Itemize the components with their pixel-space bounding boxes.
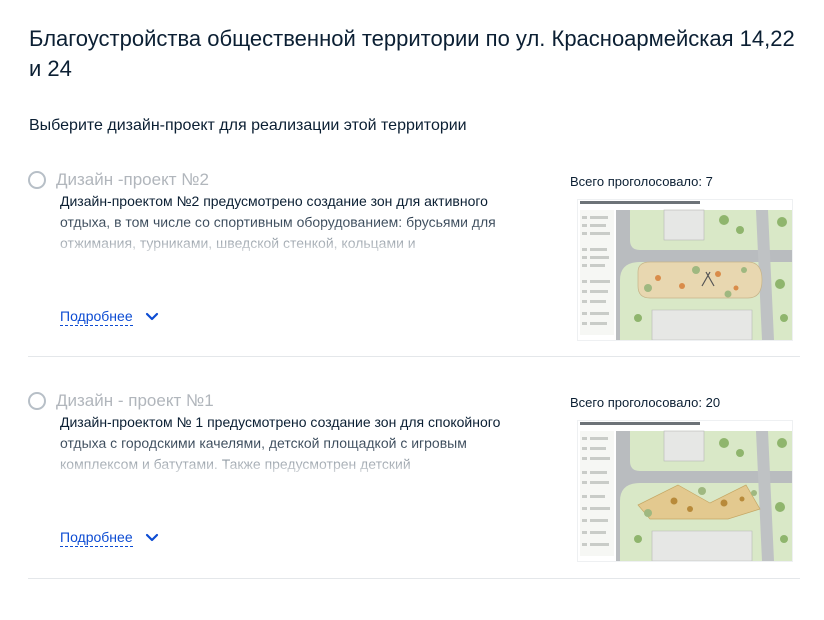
more-details-label: Подробнее [60, 529, 133, 547]
site-plan-image [578, 200, 792, 340]
more-details-link[interactable]: Подробнее [60, 307, 159, 326]
more-details-link[interactable]: Подробнее [60, 528, 159, 547]
design-option: Дизайн - проект №1 Дизайн-проектом № 1 п… [28, 380, 800, 579]
chevron-down-icon [145, 312, 158, 320]
votes-count: Всего проголосовало: 20 [570, 395, 721, 410]
option-description-container: Дизайн-проектом № 1 предусмотрено создан… [60, 412, 535, 472]
design-plan-thumbnail[interactable] [577, 199, 793, 341]
option-radio[interactable] [28, 392, 46, 410]
page-title: Благоустройства общественной территории … [29, 26, 795, 81]
option-description: Дизайн-проектом № 1 предусмотрено создан… [60, 414, 501, 472]
design-option: Дизайн -проект №2 Дизайн-проектом №2 пре… [28, 159, 800, 357]
page-subtitle: Выберите дизайн-проект для реализации эт… [29, 117, 467, 134]
option-radio[interactable] [28, 171, 46, 189]
design-plan-thumbnail[interactable] [577, 420, 793, 562]
option-title[interactable]: Дизайн -проект №2 [56, 169, 209, 191]
chevron-down-icon [145, 533, 158, 541]
option-title[interactable]: Дизайн - проект №1 [56, 390, 214, 412]
more-details-label: Подробнее [60, 308, 133, 326]
option-description: Дизайн-проектом №2 предусмотрено создани… [60, 193, 496, 251]
votes-count: Всего проголосовало: 7 [570, 174, 713, 189]
option-description-container: Дизайн-проектом №2 предусмотрено создани… [60, 191, 535, 251]
site-plan-image [578, 421, 792, 561]
